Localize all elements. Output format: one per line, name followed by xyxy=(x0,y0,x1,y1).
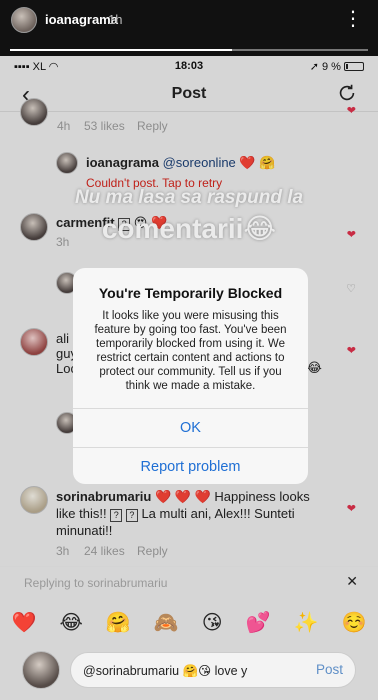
emoji-quick-bar: ❤️ 😂 🤗 🙈 😘 💕 ✨ ☺️ xyxy=(0,600,378,644)
comment-input-value[interactable]: @sorinabrumariu 🤗😘 love y xyxy=(83,663,247,679)
emoji-heart-button[interactable]: ❤️ xyxy=(12,610,37,635)
emoji-monkey-button[interactable]: 🙈 xyxy=(154,610,179,635)
emoji-hug-button[interactable]: 🤗 xyxy=(106,610,131,635)
dialog-title: You're Temporarily Blocked xyxy=(98,285,283,301)
story-header: ioanagrama 1h ⋮ xyxy=(0,0,378,56)
emoji-smile-button[interactable]: ☺️ xyxy=(342,610,367,635)
more-icon[interactable]: ⋮ xyxy=(343,6,364,31)
story-progress-bar xyxy=(10,49,368,51)
story-progress-fill xyxy=(10,49,232,51)
emoji-hearts-button[interactable]: 💕 xyxy=(246,610,271,635)
comment-input[interactable]: @sorinabrumariu 🤗😘 love y Post xyxy=(70,652,356,688)
replying-bar: Replying to sorinabrumariu ✕ xyxy=(0,566,378,596)
blocked-dialog: You're Temporarily Blocked It looks like… xyxy=(73,268,308,484)
dialog-message: It looks like you were misusing this fea… xyxy=(94,310,287,392)
story-time: 1h xyxy=(108,12,123,27)
replying-label: Replying to sorinabrumariu xyxy=(24,576,168,590)
emoji-laugh-button[interactable]: 😂 xyxy=(59,610,82,635)
phone-screen: ▪▪▪▪ XL ◠ 18:03 ➚ 9 % ‹ Post 4h 53 likes… xyxy=(0,56,378,700)
report-problem-button[interactable]: Report problem xyxy=(73,447,308,484)
comment-input-row: @sorinabrumariu 🤗😘 love y Post xyxy=(0,648,378,700)
emoji-kiss-button[interactable]: 😘 xyxy=(202,610,223,635)
close-icon[interactable]: ✕ xyxy=(346,573,358,590)
avatar[interactable] xyxy=(11,7,37,33)
post-button[interactable]: Post xyxy=(316,662,343,677)
ok-button[interactable]: OK xyxy=(73,408,308,447)
avatar xyxy=(22,651,60,689)
emoji-sparkles-button[interactable]: ✨ xyxy=(294,610,319,635)
